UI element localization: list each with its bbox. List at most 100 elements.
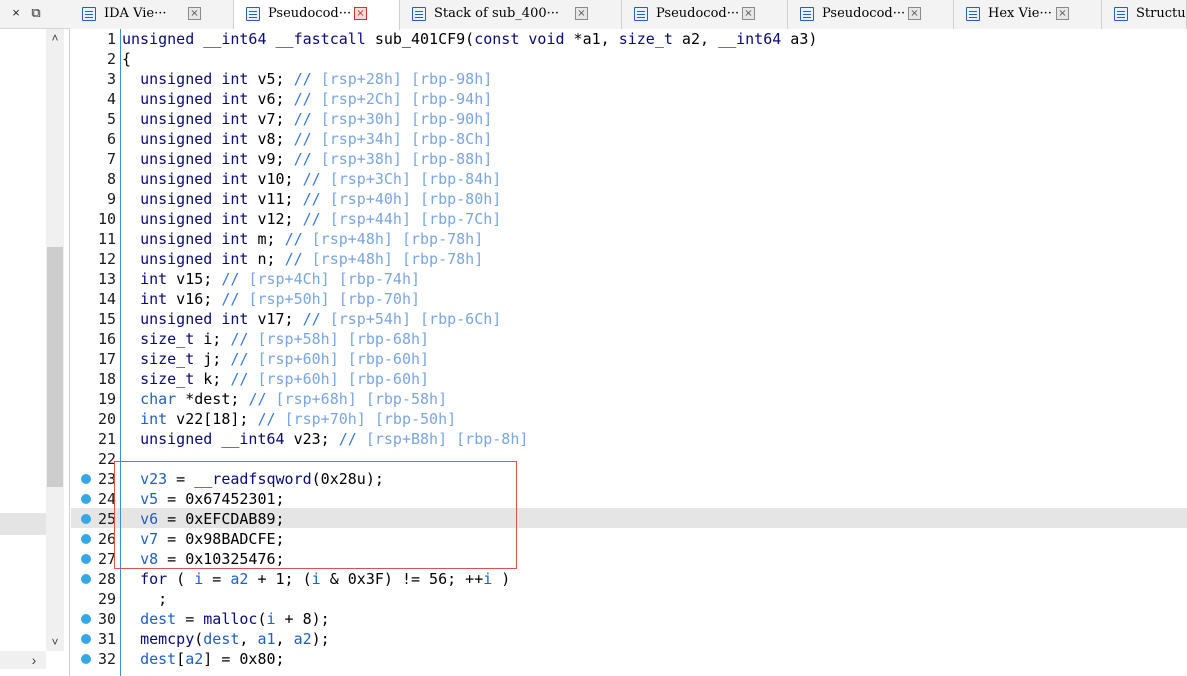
hex-view-icon <box>966 7 980 21</box>
line-number: 29 <box>97 590 116 608</box>
tab-5[interactable]: Hex Vie··· × <box>954 0 1102 29</box>
code-text[interactable]: unsigned int v10; // [rsp+3Ch] [rbp-84h] <box>122 169 501 189</box>
scroll-up-icon[interactable]: ˄ <box>46 29 64 47</box>
stack-icon <box>412 7 426 21</box>
code-text[interactable]: int v16; // [rsp+50h] [rbp-70h] <box>122 289 420 309</box>
close-icon[interactable]: × <box>8 5 24 21</box>
code-line[interactable]: 19 char *dest; // [rsp+68h] [rbp-58h] <box>71 389 1187 409</box>
line-number: 15 <box>97 310 116 328</box>
code-line[interactable]: 17 size_t j; // [rsp+60h] [rbp-60h] <box>71 349 1187 369</box>
line-number: 19 <box>97 390 116 408</box>
line-number: 14 <box>97 290 116 308</box>
tab-close-icon[interactable]: × <box>908 7 921 20</box>
code-line[interactable]: 14 int v16; // [rsp+50h] [rbp-70h] <box>71 289 1187 309</box>
line-number: 16 <box>97 330 116 348</box>
annotation-box <box>114 461 517 569</box>
code-text[interactable]: unsigned int v9; // [rsp+38h] [rbp-88h] <box>122 149 492 169</box>
tab-close-icon[interactable]: × <box>188 7 201 20</box>
code-line[interactable]: 5 unsigned int v7; // [rsp+30h] [rbp-90h… <box>71 109 1187 129</box>
scroll-down-icon[interactable]: ˅ <box>46 633 64 651</box>
tab-6[interactable]: Structu <box>1102 0 1187 29</box>
code-text[interactable]: unsigned int v12; // [rsp+44h] [rbp-7Ch] <box>122 209 501 229</box>
code-line[interactable]: 21 unsigned __int64 v23; // [rsp+B8h] [r… <box>71 429 1187 449</box>
line-number: 2 <box>106 50 116 68</box>
left-panel: × ⧉ ˄ ˅ › <box>0 0 70 676</box>
line-number: 22 <box>97 450 116 468</box>
code-line[interactable]: 4 unsigned int v6; // [rsp+2Ch] [rbp-94h… <box>71 89 1187 109</box>
code-line[interactable]: 30 dest = malloc(i + 8); <box>71 609 1187 629</box>
code-line[interactable]: 2{ <box>71 49 1187 69</box>
scroll-right-icon[interactable]: › <box>26 651 42 669</box>
line-number: 23 <box>97 470 116 488</box>
code-line[interactable]: 20 int v22[18]; // [rsp+70h] [rbp-50h] <box>71 409 1187 429</box>
tab-close-icon[interactable]: × <box>742 7 755 20</box>
code-line[interactable]: 18 size_t k; // [rsp+60h] [rbp-60h] <box>71 369 1187 389</box>
code-line[interactable]: 9 unsigned int v11; // [rsp+40h] [rbp-80… <box>71 189 1187 209</box>
line-number: 17 <box>97 350 116 368</box>
tab-label: Pseudocod··· <box>822 6 906 21</box>
code-line[interactable]: 3 unsigned int v5; // [rsp+28h] [rbp-98h… <box>71 69 1187 89</box>
code-line[interactable]: 1 unsigned __int64 __fastcall sub_401CF9(… <box>71 29 1187 49</box>
line-number: 28 <box>97 570 116 588</box>
code-line[interactable]: 28 for ( i = a2 + 1; (i & 0x3F) != 56; +… <box>71 569 1187 589</box>
code-text[interactable]: int v22[18]; // [rsp+70h] [rbp-50h] <box>122 409 456 429</box>
tab-close-icon[interactable]: × <box>354 7 367 20</box>
code-text[interactable]: int v15; // [rsp+4Ch] [rbp-74h] <box>122 269 420 289</box>
code-line[interactable]: 10 unsigned int v12; // [rsp+44h] [rbp-7… <box>71 209 1187 229</box>
tab-close-icon[interactable]: × <box>575 7 588 20</box>
horizontal-scrollbar[interactable]: › <box>0 651 46 669</box>
line-number: 24 <box>97 490 116 508</box>
code-text[interactable]: unsigned __int64 __fastcall sub_401CF9(c… <box>122 29 817 49</box>
tab-1[interactable]: Pseudocod··· × <box>234 0 400 30</box>
tab-label: IDA Vie··· <box>104 6 167 21</box>
line-number: 12 <box>97 250 116 268</box>
code-text[interactable]: unsigned int m; // [rsp+48h] [rbp-78h] <box>122 229 483 249</box>
code-line[interactable]: 29 ; <box>71 589 1187 609</box>
code-text[interactable]: dest[a2] = 0x80; <box>122 649 285 669</box>
code-line[interactable]: 31 memcpy(dest, a1, a2); <box>71 629 1187 649</box>
code-text[interactable]: unsigned int v7; // [rsp+30h] [rbp-90h] <box>122 109 492 129</box>
line-number: 3 <box>106 70 116 88</box>
code-text[interactable]: unsigned int n; // [rsp+48h] [rbp-78h] <box>122 249 483 269</box>
code-text[interactable]: dest = malloc(i + 8); <box>122 609 330 629</box>
code-text[interactable]: unsigned int v6; // [rsp+2Ch] [rbp-94h] <box>122 89 492 109</box>
code-text[interactable]: unsigned int v17; // [rsp+54h] [rbp-6Ch] <box>122 309 501 329</box>
code-text[interactable]: unsigned int v5; // [rsp+28h] [rbp-98h] <box>122 69 492 89</box>
code-text[interactable]: memcpy(dest, a1, a2); <box>122 629 330 649</box>
code-text[interactable]: { <box>122 49 131 69</box>
code-line[interactable]: 7 unsigned int v9; // [rsp+38h] [rbp-88h… <box>71 149 1187 169</box>
code-line[interactable]: 16 size_t i; // [rsp+58h] [rbp-68h] <box>71 329 1187 349</box>
line-number: 32 <box>97 650 116 668</box>
line-number: 18 <box>97 370 116 388</box>
code-text[interactable]: char *dest; // [rsp+68h] [rbp-58h] <box>122 389 447 409</box>
selected-item-highlight[interactable] <box>0 513 46 535</box>
code-text[interactable]: size_t k; // [rsp+60h] [rbp-60h] <box>122 369 429 389</box>
code-line[interactable]: 15 unsigned int v17; // [rsp+54h] [rbp-6… <box>71 309 1187 329</box>
code-text[interactable]: unsigned __int64 v23; // [rsp+B8h] [rbp-… <box>122 429 528 449</box>
tab-3[interactable]: Pseudocod··· × <box>622 0 788 29</box>
line-number: 11 <box>97 230 116 248</box>
code-text[interactable]: for ( i = a2 + 1; (i & 0x3F) != 56; ++i … <box>122 569 510 589</box>
code-line[interactable]: 12 unsigned int n; // [rsp+48h] [rbp-78h… <box>71 249 1187 269</box>
tab-4[interactable]: Pseudocod··· × <box>788 0 954 29</box>
code-line[interactable]: 6 unsigned int v8; // [rsp+34h] [rbp-8Ch… <box>71 129 1187 149</box>
code-line[interactable]: 8 unsigned int v10; // [rsp+3Ch] [rbp-84… <box>71 169 1187 189</box>
code-line[interactable]: 11 unsigned int m; // [rsp+48h] [rbp-78h… <box>71 229 1187 249</box>
tab-close-icon[interactable]: × <box>1056 7 1069 20</box>
tab-label: Hex Vie··· <box>988 6 1052 21</box>
tab-2[interactable]: Stack of sub_400··· × <box>400 0 622 29</box>
vertical-scrollbar[interactable]: ˄ ˅ <box>46 29 64 651</box>
tab-label: Structu <box>1136 6 1186 21</box>
line-number: 8 <box>106 170 116 188</box>
code-text[interactable]: unsigned int v8; // [rsp+34h] [rbp-8Ch] <box>122 129 492 149</box>
code-line[interactable]: 13 int v15; // [rsp+4Ch] [rbp-74h] <box>71 269 1187 289</box>
line-number: 1 <box>106 30 116 48</box>
code-text[interactable]: unsigned int v11; // [rsp+40h] [rbp-80h] <box>122 189 501 209</box>
tab-0[interactable]: IDA Vie··· × <box>70 0 234 29</box>
restore-icon[interactable]: ⧉ <box>28 5 44 21</box>
code-line[interactable]: 32 dest[a2] = 0x80; <box>71 649 1187 669</box>
scrollbar-thumb[interactable] <box>47 247 63 487</box>
code-text[interactable]: ; <box>122 589 167 609</box>
code-text[interactable]: size_t j; // [rsp+60h] [rbp-60h] <box>122 349 429 369</box>
code-text[interactable]: size_t i; // [rsp+58h] [rbp-68h] <box>122 329 429 349</box>
